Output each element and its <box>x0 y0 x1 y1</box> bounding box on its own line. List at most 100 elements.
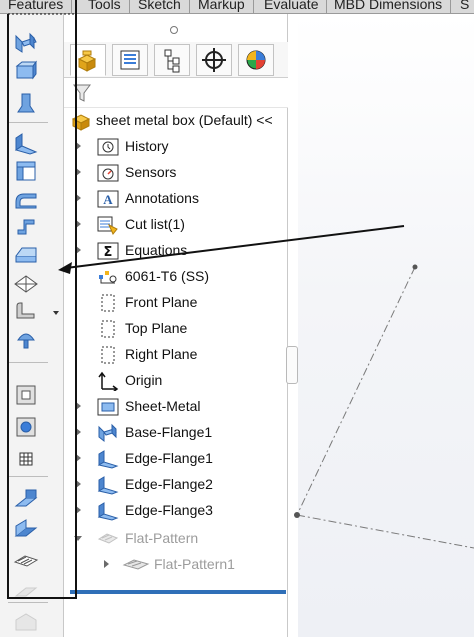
svg-text:A: A <box>103 192 113 207</box>
tree-item-sensors[interactable]: Sensors <box>64 160 288 186</box>
corners-icon[interactable] <box>12 298 40 324</box>
tree-item-flat-pattern1[interactable]: Flat-Pattern1 <box>64 552 288 578</box>
feature-manager-panel: sheet metal box (Default) << History Sen… <box>64 14 288 637</box>
tree-item-base-flange1[interactable]: Base-Flange1 <box>64 420 288 446</box>
filter-icon[interactable] <box>72 82 92 104</box>
tab-evaluate[interactable]: Evaluate <box>256 0 328 13</box>
rollback-bar[interactable] <box>70 590 286 594</box>
material-icon <box>99 271 117 284</box>
extruded-cut-icon[interactable] <box>12 382 40 408</box>
toolbar-separator <box>8 122 48 123</box>
tree-item-origin[interactable]: Origin <box>64 368 288 394</box>
tree-item-right-plane[interactable]: Right Plane <box>64 342 288 368</box>
forming-tool-icon[interactable] <box>12 326 40 352</box>
hem-icon[interactable] <box>12 186 40 212</box>
edge-flange-icon <box>97 450 119 469</box>
sensors-icon <box>97 164 119 182</box>
no-bends-icon <box>14 587 38 597</box>
tree-item-flat-pattern[interactable]: Flat-Pattern <box>64 526 288 552</box>
plane-icon <box>101 294 115 312</box>
tree-item-edge-flange1[interactable]: Edge-Flange1 <box>64 446 288 472</box>
property-manager-tab[interactable] <box>112 44 148 76</box>
tree-item-annotations[interactable]: A Annotations <box>64 186 288 212</box>
tree-item-label: Edge-Flange1 <box>125 450 213 466</box>
base-flange-icon[interactable] <box>12 30 40 56</box>
tree-item-history[interactable]: History <box>64 134 288 160</box>
tree-root[interactable]: sheet metal box (Default) << <box>64 108 288 134</box>
expand-arrow-icon[interactable] <box>76 428 81 436</box>
tree-item-label: Right Plane <box>125 346 198 362</box>
part-icon <box>71 114 91 131</box>
tab-sketch[interactable]: Sketch <box>130 0 190 13</box>
tab-features[interactable]: Features <box>0 0 73 13</box>
flat-pattern-icon <box>97 533 119 544</box>
expand-arrow-icon[interactable] <box>76 506 81 514</box>
sheet-metal-toolbar <box>0 14 64 637</box>
graphics-area[interactable] <box>298 14 474 637</box>
tree-item-label: 6061-T6 (SS) <box>125 268 210 284</box>
tree-item-equations[interactable]: Σ Equations <box>64 238 288 264</box>
cross-break-icon[interactable] <box>12 270 40 296</box>
annotations-icon: A <box>97 190 119 208</box>
tree-item-material[interactable]: 6061-T6 (SS) <box>64 264 288 290</box>
expand-arrow-icon[interactable] <box>76 480 81 488</box>
edge-flange-icon[interactable] <box>12 130 40 156</box>
edge-flange-icon <box>97 476 119 495</box>
miter-flange-icon[interactable] <box>12 158 40 184</box>
collapse-arrow-icon[interactable] <box>74 536 82 541</box>
tree-item-label: Sheet-Metal <box>125 398 201 414</box>
unfold-icon[interactable] <box>12 486 40 512</box>
lofted-bend-icon[interactable] <box>12 90 40 116</box>
tab-markup[interactable]: Markup <box>190 0 254 13</box>
configuration-icon <box>164 49 180 73</box>
expand-arrow-icon[interactable] <box>76 220 81 228</box>
panel-pin-icon[interactable] <box>169 25 179 35</box>
sheet-metal-icon <box>97 398 119 416</box>
toolbar-separator <box>8 362 48 363</box>
tree-item-label: Front Plane <box>125 294 198 310</box>
tree-item-front-plane[interactable]: Front Plane <box>64 290 288 316</box>
tab-truncated[interactable]: S <box>452 0 474 13</box>
tree-item-top-plane[interactable]: Top Plane <box>64 316 288 342</box>
tree-item-label: History <box>125 138 169 154</box>
expand-arrow-icon[interactable] <box>76 402 81 410</box>
tree-item-label: Base-Flange1 <box>125 424 213 440</box>
expand-arrow-icon[interactable] <box>76 454 81 462</box>
sketched-bend-icon[interactable] <box>12 242 40 268</box>
feature-tree-tab[interactable] <box>70 44 106 76</box>
tree-item-sheet-metal[interactable]: Sheet-Metal <box>64 394 288 420</box>
display-manager-tab[interactable] <box>238 44 274 76</box>
tree-item-edge-flange3[interactable]: Edge-Flange3 <box>64 498 288 524</box>
command-manager-tabs: Features Tools Sketch Markup Evaluate MB… <box>0 0 474 14</box>
display-manager-icon <box>246 50 266 70</box>
tab-tools[interactable]: Tools <box>80 0 130 13</box>
tree-item-label: Flat-Pattern <box>125 530 199 546</box>
history-folder-icon <box>97 138 119 156</box>
tree-item-label: Edge-Flange2 <box>125 476 213 492</box>
vent-icon[interactable] <box>12 446 40 472</box>
flatten-icon[interactable] <box>12 546 40 572</box>
simple-hole-icon[interactable] <box>12 414 40 440</box>
plane-icon <box>101 346 115 364</box>
expand-arrow-icon[interactable] <box>76 194 81 202</box>
tab-mbd-dimensions[interactable]: MBD Dimensions <box>326 0 452 13</box>
tree-item-cut-list[interactable]: Cut list(1) <box>64 212 288 238</box>
panel-splitter-grip[interactable] <box>286 346 298 384</box>
flat-pattern-icon <box>122 559 150 570</box>
dimxpert-manager-tab[interactable] <box>196 44 232 76</box>
equations-icon: Σ <box>97 242 119 260</box>
expand-arrow-icon[interactable] <box>76 142 81 150</box>
convert-to-sheet-metal-icon[interactable] <box>12 58 40 84</box>
toolbar-separator <box>8 476 48 477</box>
origin-icon <box>98 371 119 391</box>
jog-icon[interactable] <box>12 214 40 240</box>
toolbar-separator <box>8 602 48 603</box>
tree-item-label: Top Plane <box>125 320 188 336</box>
expand-arrow-icon[interactable] <box>76 168 81 176</box>
tree-item-edge-flange2[interactable]: Edge-Flange2 <box>64 472 288 498</box>
fold-icon[interactable] <box>12 516 40 542</box>
expand-arrow-icon[interactable] <box>76 246 81 254</box>
configuration-manager-tab[interactable] <box>154 44 190 76</box>
chevron-down-icon[interactable] <box>52 310 60 316</box>
expand-arrow-icon[interactable] <box>104 560 109 568</box>
